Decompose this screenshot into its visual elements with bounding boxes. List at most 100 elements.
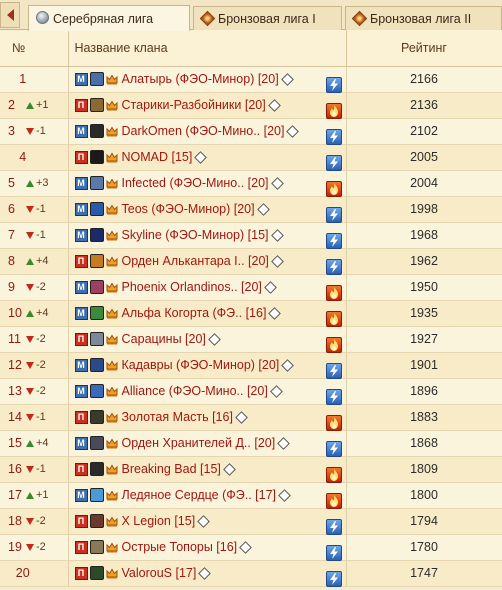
clan-name-cell: П ValorouS [17]: [68, 560, 347, 587]
clan-info-icon[interactable]: [198, 566, 212, 580]
clan-emblem-icon[interactable]: [89, 254, 104, 268]
clan-emblem-icon[interactable]: [89, 124, 104, 138]
clan-name-link[interactable]: X Legion [15]: [122, 514, 196, 528]
bronze-medal-icon: [199, 10, 216, 27]
clan-emblem-icon[interactable]: [89, 176, 104, 190]
table-row[interactable]: 7 -1 М Skyline (ФЭО-Минор) [15] 1968: [0, 222, 502, 249]
clan-info-icon[interactable]: [264, 280, 277, 294]
clan-name-link[interactable]: Ледяное Сердце (ФЭ.. [17]: [122, 488, 277, 502]
table-row[interactable]: 20 П ValorouS [17] 1747: [0, 560, 502, 587]
clan-emblem-icon[interactable]: [89, 410, 104, 424]
clan-emblem-icon[interactable]: [89, 202, 104, 216]
clan-info-icon[interactable]: [270, 228, 284, 242]
column-header-rating[interactable]: Рейтинг: [346, 30, 502, 67]
table-row[interactable]: 11 -2 П Сарацины [20] 1927: [0, 326, 502, 353]
clan-info-icon[interactable]: [268, 306, 282, 320]
table-row[interactable]: 15 +4 М Орден Хранителей Д.. [20] 1868: [0, 430, 502, 457]
table-row[interactable]: 13 -2 М Alliance (ФЭО-Мино.. [20] 1896: [0, 378, 502, 405]
table-row[interactable]: 5 +3 М Infected (ФЭО-Мино.. [20] 2004: [0, 170, 502, 197]
arrow-left-icon: [6, 9, 14, 21]
table-row[interactable]: 6 -1 М Teos (ФЭО-Минор) [20] 1998: [0, 196, 502, 223]
table-row[interactable]: 16 -1 П Breaking Bad [15] 1809: [0, 456, 502, 483]
clan-info: П ValorouS [17]: [69, 566, 346, 587]
clan-emblem-icon[interactable]: [89, 462, 104, 476]
fire-element-icon: [325, 415, 342, 431]
clan-info-icon[interactable]: [280, 72, 294, 86]
clan-emblem-icon[interactable]: [89, 332, 104, 346]
clan-name-link[interactable]: Skyline (ФЭО-Минор) [15]: [122, 228, 269, 242]
clan-name-link[interactable]: Орден Хранителей Д.. [20]: [122, 436, 276, 450]
clan-info-icon[interactable]: [277, 436, 291, 450]
clan-emblem-icon[interactable]: [89, 540, 104, 554]
clan-info-icon[interactable]: [281, 358, 295, 372]
clan-name-link[interactable]: Teos (ФЭО-Минор) [20]: [122, 202, 255, 216]
clan-emblem-icon[interactable]: [89, 436, 104, 450]
rank-up-icon: [26, 439, 34, 447]
rank-position: 18: [8, 514, 22, 528]
rank-position: 13: [8, 384, 22, 398]
clan-info-icon[interactable]: [223, 462, 236, 476]
table-row[interactable]: 2 +1 П Старики-Разбойники [20] 2136: [0, 92, 502, 119]
clan-name-link[interactable]: NOMAD [15]: [122, 150, 193, 164]
clan-emblem-icon[interactable]: [89, 488, 104, 502]
rank-change-value: -2: [36, 281, 46, 293]
clan-name-link[interactable]: Альфа Когорта (ФЭ.. [16]: [122, 306, 267, 320]
clan-name-link[interactable]: ValorouS [17]: [122, 566, 197, 580]
column-header-clan-name[interactable]: Название клана: [68, 30, 347, 67]
clan-emblem-icon[interactable]: [89, 72, 104, 86]
clan-emblem-icon[interactable]: [89, 306, 104, 320]
clan-emblem-icon[interactable]: [89, 228, 104, 242]
table-row[interactable]: 12 -2 М Кадавры (ФЭО-Минор) [20] 1901: [0, 352, 502, 379]
clan-info-icon[interactable]: [286, 124, 300, 138]
table-row[interactable]: 18 -2 П X Legion [15] 1794: [0, 508, 502, 535]
table-row[interactable]: 17 +1 М Ледяное Сердце (ФЭ.. [17] 1800: [0, 482, 502, 509]
tabs-scroll-left-button[interactable]: [0, 2, 20, 28]
tab-label: Бронзовая лига II: [370, 11, 472, 26]
table-row[interactable]: 4 П NOMAD [15] 2005: [0, 144, 502, 171]
table-row[interactable]: 1 М Алатырь (ФЭО-Минор) [20] 2166: [0, 66, 502, 93]
clan-name-link[interactable]: Острые Топоры [16]: [122, 540, 238, 554]
clan-info-icon[interactable]: [197, 514, 211, 528]
crown-icon: [106, 542, 118, 553]
clan-emblem-icon[interactable]: [89, 280, 104, 294]
clan-emblem-icon[interactable]: [89, 384, 104, 398]
clan-info-icon[interactable]: [256, 202, 270, 216]
clan-name-link[interactable]: Breaking Bad [15]: [122, 462, 221, 476]
rank-change: +1: [26, 489, 49, 501]
clan-name-link[interactable]: Орден Алькантара I.. [20]: [122, 254, 269, 268]
clan-emblem-icon[interactable]: [89, 150, 104, 164]
clan-info-icon[interactable]: [194, 150, 208, 164]
clan-emblem-icon[interactable]: [89, 98, 104, 112]
clan-name-link[interactable]: Сарацины [20]: [122, 332, 206, 346]
table-row[interactable]: 9 -2 М Phoenix Orlandinos.. [20] 1950: [0, 274, 502, 301]
clan-name-link[interactable]: Золотая Масть [16]: [122, 410, 233, 424]
clan-name-link[interactable]: Infected (ФЭО-Мино.. [20]: [122, 176, 269, 190]
clan-info-icon[interactable]: [239, 540, 253, 554]
tab-bronze-league-1[interactable]: Бронзовая лига I: [193, 6, 342, 30]
clan-name-link[interactable]: Alliance (ФЭО-Мино.. [20]: [122, 384, 268, 398]
clan-name-link[interactable]: Phoenix Orlandinos.. [20]: [122, 280, 262, 294]
clan-info-icon[interactable]: [269, 384, 283, 398]
clan-info-icon[interactable]: [208, 332, 221, 346]
clan-name-link[interactable]: Алатырь (ФЭО-Минор) [20]: [122, 72, 279, 86]
table-row[interactable]: 10 +4 М Альфа Когорта (ФЭ.. [16] 1935: [0, 300, 502, 327]
table-row[interactable]: 8 +4 П Орден Алькантара I.. [20] 1962: [0, 248, 502, 275]
clan-emblem-icon[interactable]: [89, 566, 104, 580]
clan-type-badge: П: [74, 254, 88, 268]
table-row[interactable]: 3 -1 М DarkOmen (ФЭО-Мино.. [20] 2102: [0, 118, 502, 145]
clan-info-icon[interactable]: [235, 410, 248, 424]
clan-name-link[interactable]: Кадавры (ФЭО-Минор) [20]: [122, 358, 280, 372]
clan-info-icon[interactable]: [267, 98, 281, 112]
clan-info-icon[interactable]: [278, 488, 291, 502]
clan-emblem-icon[interactable]: [89, 514, 104, 528]
clan-emblem-icon[interactable]: [89, 358, 104, 372]
clan-name-link[interactable]: Старики-Разбойники [20]: [122, 98, 266, 112]
table-row[interactable]: 19 -2 П Острые Топоры [16] 1780: [0, 534, 502, 561]
clan-info-icon[interactable]: [270, 176, 284, 190]
table-row[interactable]: 14 -1 П Золотая Масть [16] 1883: [0, 404, 502, 431]
clan-info-icon[interactable]: [271, 254, 284, 268]
column-header-number[interactable]: №: [0, 30, 69, 67]
tab-bronze-league-2[interactable]: Бронзовая лига II: [345, 6, 502, 30]
clan-name-link[interactable]: DarkOmen (ФЭО-Мино.. [20]: [122, 124, 285, 138]
tab-silver-league[interactable]: Серебряная лига: [28, 5, 190, 31]
